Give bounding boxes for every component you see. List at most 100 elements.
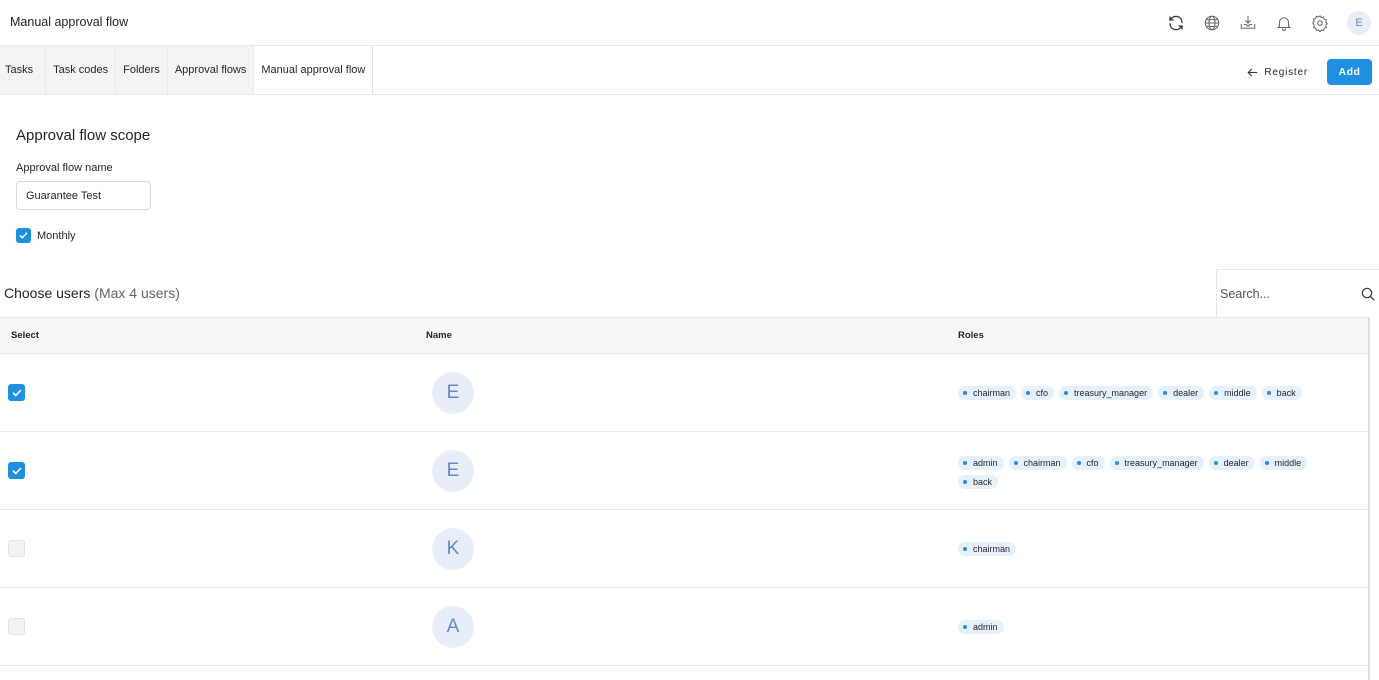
role-dot — [963, 461, 967, 465]
role-list: chairman — [958, 542, 1358, 556]
role-chip: admin — [958, 456, 1004, 470]
role-chip: chairman — [958, 386, 1017, 400]
role-label: treasury_manager — [1074, 388, 1148, 398]
approval-flow-name-input[interactable] — [16, 181, 151, 210]
role-dot — [963, 547, 967, 551]
role-chip: treasury_manager — [1059, 386, 1154, 400]
role-chip: middle — [1209, 386, 1257, 400]
role-chip: back — [958, 475, 999, 489]
user-avatar: A — [432, 606, 474, 648]
role-label: admin — [973, 458, 998, 468]
choose-users-heading: Choose users — [4, 285, 91, 301]
monthly-label: Monthly — [37, 229, 76, 242]
bell-icon[interactable] — [1275, 14, 1293, 32]
user-avatar: E — [432, 372, 474, 414]
role-label: middle — [1274, 458, 1302, 468]
refresh-icon[interactable] — [1167, 14, 1185, 32]
row-select-checkbox[interactable] — [8, 384, 25, 401]
search-input[interactable] — [1217, 287, 1352, 301]
role-dot — [1266, 391, 1271, 395]
role-list: chairman cfo treasury_manager dealer mid… — [958, 386, 1358, 400]
role-label: dealer — [1173, 388, 1199, 398]
role-chip: dealer — [1158, 386, 1205, 400]
role-chip: admin — [958, 620, 1004, 634]
role-label: back — [1276, 388, 1296, 398]
globe-icon[interactable] — [1203, 14, 1221, 32]
role-dot — [1013, 461, 1018, 465]
register-button[interactable]: Register — [1246, 66, 1308, 79]
role-chip: cfo — [1021, 386, 1055, 400]
role-dot — [963, 480, 967, 484]
user-avatar: K — [432, 528, 474, 570]
role-dot — [1214, 391, 1219, 395]
tab-folders[interactable]: Folders — [116, 46, 168, 94]
add-button[interactable]: Add — [1327, 59, 1372, 85]
column-header-name: Name — [426, 330, 452, 341]
role-label: dealer — [1223, 458, 1249, 468]
tab-approval-flows[interactable]: Approval flows — [167, 46, 255, 94]
register-label: Register — [1264, 67, 1308, 78]
role-chip: dealer — [1208, 456, 1255, 470]
role-label: admin — [973, 622, 998, 632]
tab-tasks[interactable]: Tasks — [0, 46, 47, 94]
role-label: chairman — [973, 544, 1011, 554]
table-header: Select Name Roles — [0, 317, 1369, 354]
role-label: cfo — [1036, 388, 1049, 398]
role-dot — [1264, 461, 1269, 465]
user-search — [1216, 269, 1379, 318]
role-label: chairman — [1023, 458, 1061, 468]
role-dot — [1163, 391, 1168, 395]
monthly-check-box[interactable] — [16, 228, 31, 243]
role-label: treasury_manager — [1124, 458, 1198, 468]
user-avatar: E — [432, 450, 474, 492]
table-row[interactable]: E chairman cfo treasury_manager dealer m… — [0, 354, 1369, 432]
header-icons: E — [1149, 0, 1379, 46]
role-chip: cfo — [1071, 456, 1105, 470]
role-dot — [1064, 391, 1069, 395]
name-field-label: Approval flow name — [16, 162, 113, 174]
users-table: Select Name Roles E chairman cfo treasur… — [0, 317, 1369, 666]
role-label: chairman — [973, 388, 1011, 398]
role-label: cfo — [1086, 458, 1099, 468]
user-avatar[interactable]: E — [1347, 11, 1371, 35]
checkmark-icon — [19, 232, 28, 239]
tabs: Tasks Task codes Folders Approval flows … — [0, 46, 1379, 94]
checkmark-icon — [12, 389, 21, 396]
role-dot — [1114, 461, 1119, 465]
column-header-select: Select — [11, 330, 39, 341]
role-label: middle — [1224, 388, 1251, 398]
tab-bar: Tasks Task codes Folders Approval flows … — [0, 46, 1379, 95]
arrow-left-icon — [1247, 68, 1258, 77]
role-dot — [1026, 391, 1031, 395]
role-label: back — [973, 477, 993, 487]
role-list: admin chairman cfo treasury_manager deal… — [958, 456, 1338, 489]
row-select-checkbox[interactable] — [8, 618, 25, 635]
role-chip: back — [1261, 386, 1302, 400]
role-dot — [1213, 461, 1218, 465]
role-chip: middle — [1259, 456, 1308, 470]
search-icon[interactable] — [1360, 286, 1376, 302]
role-dot — [963, 625, 967, 629]
top-bar: Manual approval flow E — [0, 0, 1379, 46]
row-select-checkbox[interactable] — [8, 462, 25, 479]
row-select-checkbox[interactable] — [8, 540, 25, 557]
role-dot — [1076, 461, 1081, 465]
column-header-roles: Roles — [958, 330, 984, 341]
table-row[interactable]: K chairman — [0, 510, 1369, 588]
table-row[interactable]: E admin chairman cfo treasury_manager de… — [0, 432, 1369, 510]
tab-manual-approval-flow[interactable]: Manual approval flow — [254, 46, 374, 94]
monthly-checkbox[interactable]: Monthly — [16, 228, 76, 243]
role-list: admin — [958, 620, 1358, 634]
scope-title: Approval flow scope — [16, 127, 151, 144]
role-chip: chairman — [1008, 456, 1067, 470]
table-scrollbar[interactable] — [1368, 317, 1370, 680]
table-row[interactable]: A admin — [0, 588, 1369, 666]
download-icon[interactable] — [1239, 14, 1257, 32]
choose-users-title: Choose users (Max 4 users) — [4, 285, 180, 301]
app-title: Manual approval flow — [10, 15, 129, 29]
tab-task-codes[interactable]: Task codes — [46, 46, 117, 94]
role-dot — [963, 391, 967, 395]
gear-icon[interactable] — [1311, 14, 1329, 32]
checkmark-icon — [12, 467, 21, 474]
role-chip: chairman — [958, 542, 1017, 556]
